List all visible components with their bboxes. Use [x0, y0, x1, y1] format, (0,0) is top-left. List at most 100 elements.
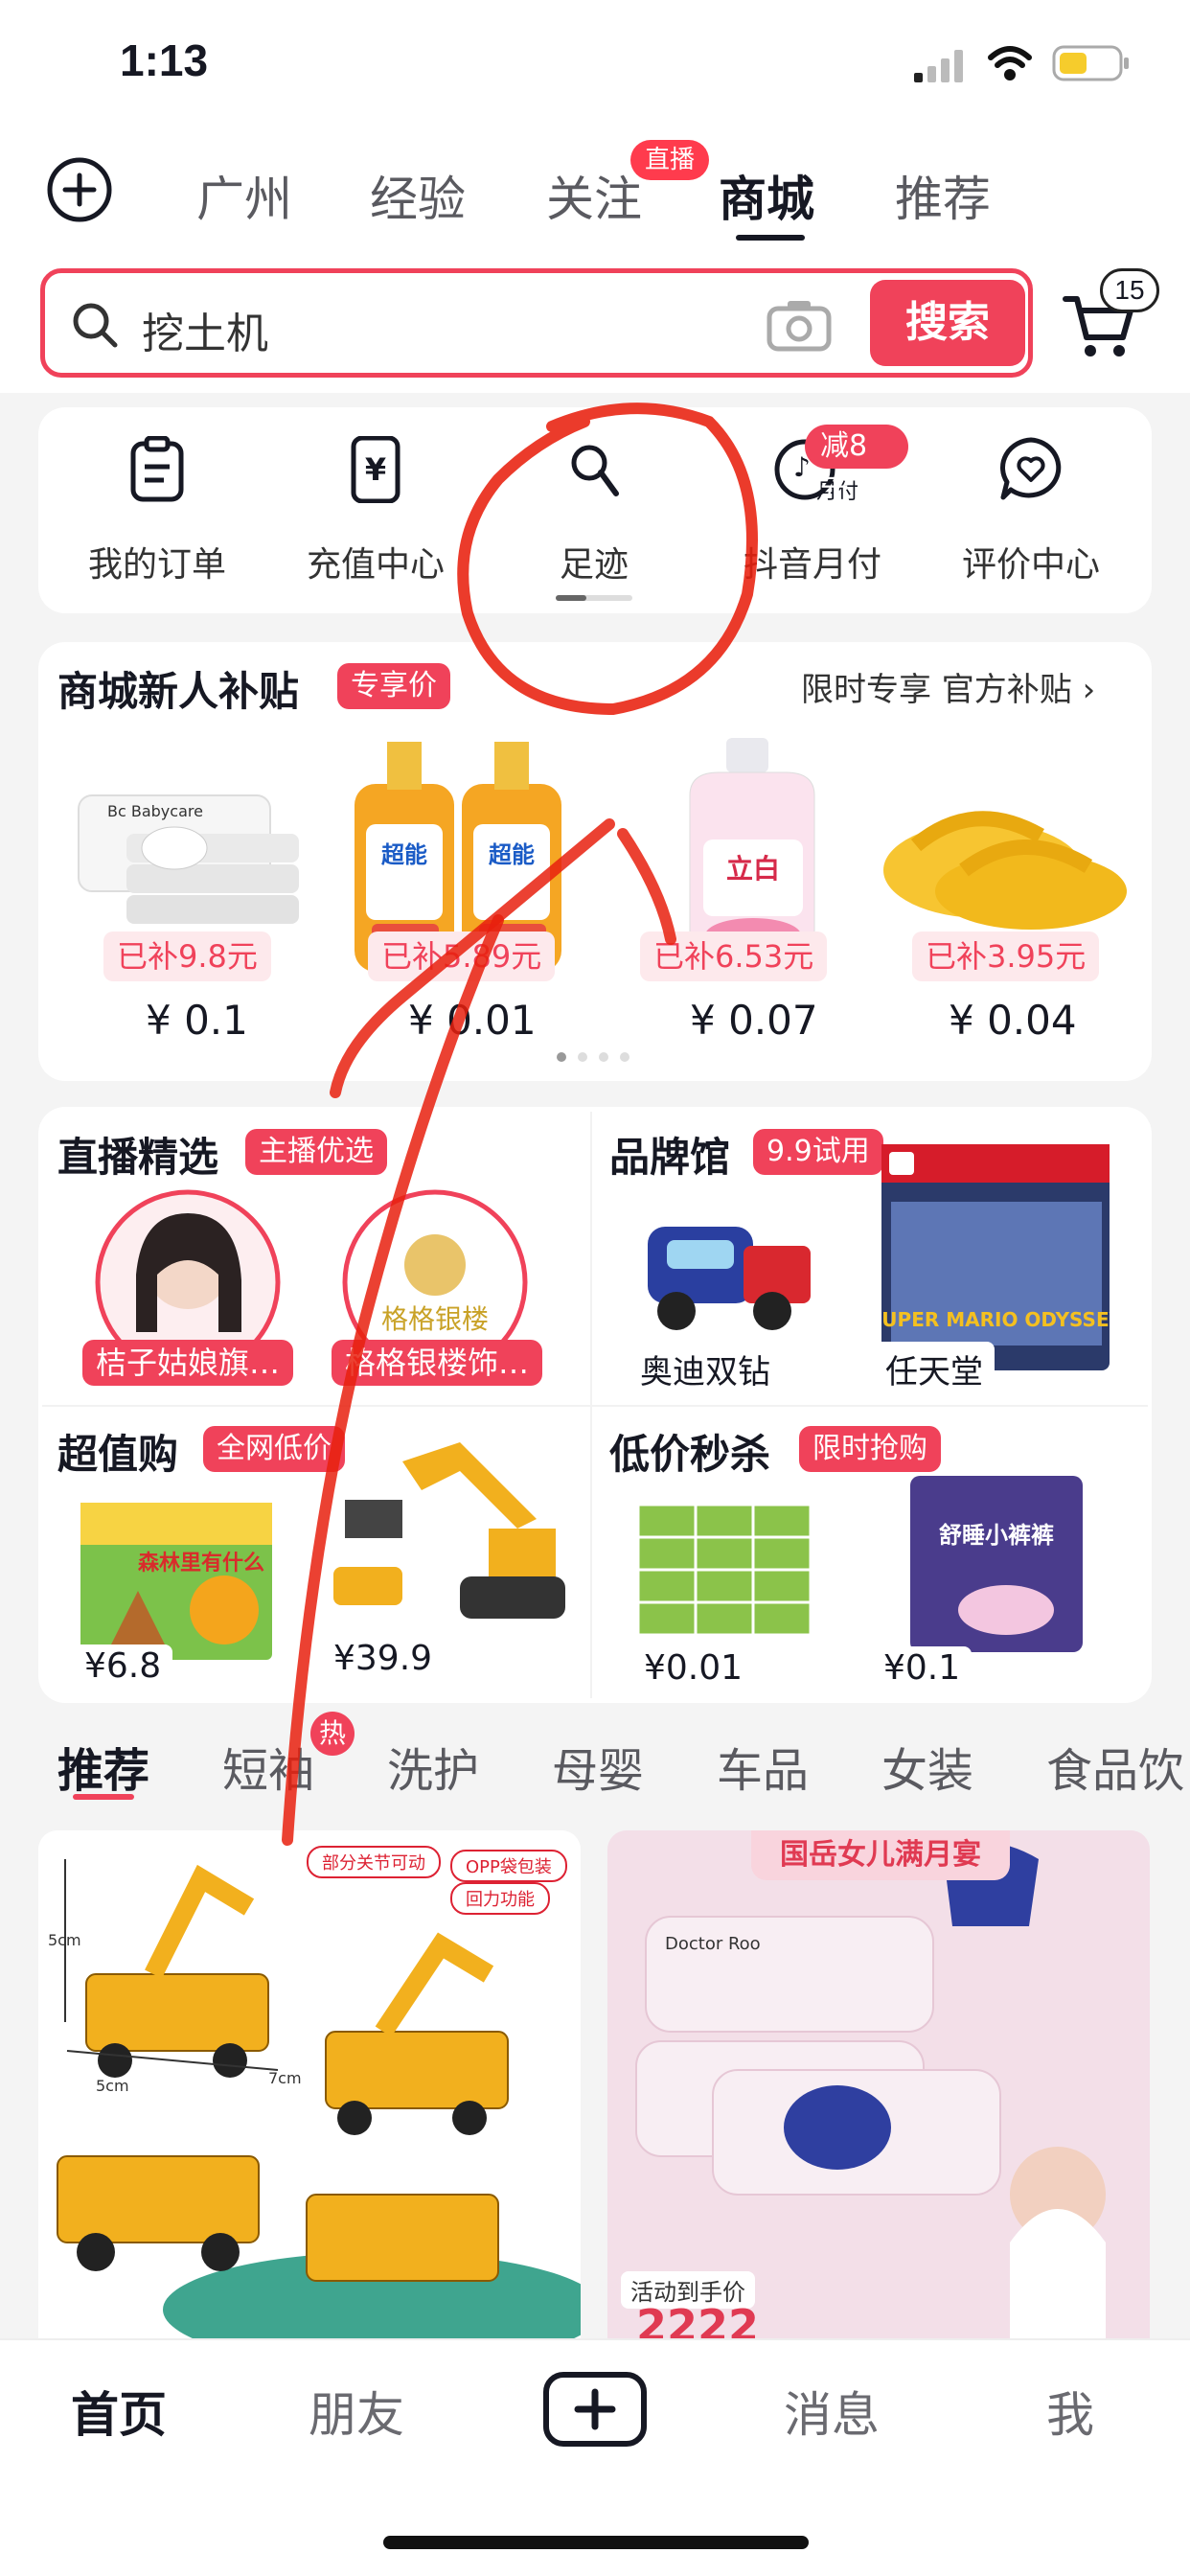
product-price: ¥ 0.01 — [408, 997, 537, 1044]
flash-sale-price: ¥0.1 — [872, 1646, 973, 1690]
flash-sale-diaper-text: 舒睡小裤裤 — [939, 1522, 1054, 1549]
feature-badge: OPP袋包装 — [450, 1850, 567, 1882]
nav-me[interactable]: 我 — [1046, 2377, 1094, 2446]
value-buy-price: ¥39.9 — [322, 1637, 445, 1680]
tab-guangzhou[interactable]: 广州 — [196, 161, 292, 230]
flash-sale-image-diapers[interactable]: 舒睡小裤裤 — [910, 1476, 1083, 1652]
home-indicator — [383, 2536, 809, 2549]
scroll-indicator — [556, 595, 632, 601]
product-price: ¥ 0.07 — [690, 997, 818, 1044]
flash-sale-image-tissues[interactable] — [632, 1495, 824, 1668]
value-buy-book-text: 森林里有什么 — [138, 1551, 264, 1576]
tab-following[interactable]: 关注 — [546, 161, 642, 230]
value-buy-price: ¥6.8 — [73, 1644, 173, 1688]
live-shop-label: 格格银楼饰… — [332, 1340, 542, 1386]
status-time: 1:13 — [120, 35, 209, 85]
dimension-label: 7cm — [268, 2069, 302, 2087]
product-brand: 超能 — [381, 841, 427, 868]
feed-price: 2222 — [636, 2300, 760, 2338]
product-price: ¥ 0.1 — [146, 997, 248, 1044]
quick-link-monthly-pay[interactable]: ♪ 月付 减8元 抖音月付 — [717, 425, 908, 589]
live-tag: 主播优选 — [245, 1129, 387, 1175]
feature-badge: 部分关节可动 — [307, 1846, 441, 1878]
add-circle-icon[interactable] — [46, 156, 113, 223]
tab-recommend[interactable]: 推荐 — [895, 161, 991, 230]
category-tab-indicator — [73, 1794, 134, 1800]
feed-card-toy-trucks[interactable]: 5cm 5cm 7cm 部分关节可动 OPP袋包装 回力功能 — [38, 1830, 581, 2338]
signal-icon — [914, 50, 966, 82]
carousel-dots — [556, 1048, 632, 1062]
live-badge: 直播 — [630, 140, 709, 180]
feed-banner: 国岳女儿满月宴 — [751, 1830, 1010, 1880]
subsidy-tag: 已补5.89元 — [368, 932, 556, 981]
brand-label: 任天堂 — [874, 1342, 995, 1396]
subsidy-tag: 已补9.8元 — [103, 932, 271, 981]
product-image-wipes[interactable]: Bc Babycare — [69, 757, 307, 930]
live-anchor-label: 桔子姑娘旗… — [82, 1340, 293, 1386]
category-tab-food[interactable]: 食品饮 — [1046, 1733, 1184, 1800]
search-button[interactable]: 搜索 — [870, 280, 1025, 366]
discount-badge: 减8元 — [805, 425, 908, 507]
quick-link-reviews[interactable]: 评价中心 — [935, 436, 1127, 589]
feed-brand: Doctor Roo — [665, 1934, 761, 1954]
nav-friends[interactable]: 朋友 — [309, 2377, 404, 2446]
quick-link-label: 足迹 — [559, 545, 629, 585]
search-icon — [69, 299, 121, 351]
value-buy-image-book[interactable]: 森林里有什么 — [71, 1495, 282, 1668]
value-buy-image-excavator[interactable] — [326, 1433, 565, 1653]
product-brand: 超能 — [489, 841, 535, 868]
feed-card-baby-wipes[interactable]: Doctor Roo 国岳女儿满月宴 活动到手价 2222 — [607, 1830, 1150, 2338]
tab-experience[interactable]: 经验 — [370, 161, 466, 230]
nav-messages[interactable]: 消息 — [784, 2377, 880, 2446]
quick-link-recharge[interactable]: ¥ 充值中心 — [280, 435, 471, 589]
category-tab-car[interactable]: 车品 — [717, 1733, 809, 1800]
quick-link-footprint[interactable]: 足迹 — [498, 436, 690, 601]
camera-icon[interactable] — [767, 297, 832, 353]
footprint-icon — [561, 436, 628, 503]
recharge-icon: ¥ — [342, 435, 409, 504]
product-price: ¥ 0.04 — [949, 997, 1077, 1044]
product-brand: 立白 — [726, 853, 780, 885]
active-tab-indicator — [736, 235, 805, 241]
dimension-label: 5cm — [48, 1931, 81, 1949]
brand-title: 品牌馆 — [609, 1134, 731, 1181]
grid-divider-horizontal — [42, 1405, 1148, 1407]
brand-image-toy-truck[interactable] — [629, 1198, 820, 1342]
nav-create-button[interactable] — [542, 2371, 648, 2448]
tab-mall[interactable]: 商城 — [719, 161, 814, 230]
category-tab-care[interactable]: 洗护 — [387, 1733, 479, 1800]
flash-sale-price: ¥0.01 — [632, 1646, 755, 1690]
brand-box-text: SUPER MARIO ODYSSEY — [881, 1308, 1110, 1331]
quick-link-label: 抖音月付 — [743, 545, 881, 585]
live-shop-logo-text: 格格银楼 — [381, 1303, 489, 1335]
quick-link-label: 充值中心 — [306, 545, 445, 585]
category-tab-recommend[interactable]: 推荐 — [57, 1733, 149, 1800]
category-tab-baby[interactable]: 母婴 — [552, 1733, 644, 1800]
newcomer-more-link[interactable]: 限时专享 官方补贴 › — [801, 663, 1095, 710]
hot-badge: 热 — [310, 1712, 355, 1756]
live-title: 直播精选 — [57, 1134, 219, 1181]
product-brand: Bc Babycare — [107, 802, 203, 820]
newcomer-right-text: 限时专享 官方补贴 — [801, 671, 1072, 709]
category-tab-women[interactable]: 女装 — [881, 1733, 973, 1800]
chevron-right-icon: › — [1071, 671, 1096, 709]
quick-link-orders[interactable]: 我的订单 — [61, 435, 253, 589]
svg-text:¥: ¥ — [365, 451, 386, 488]
brand-image-game-box[interactable]: SUPER MARIO ODYSSEY — [868, 1144, 1124, 1370]
cart-count-badge: 15 — [1100, 268, 1159, 312]
search-input[interactable]: 挖土机 — [142, 299, 268, 360]
brand-label: 奥迪双钻 — [629, 1342, 782, 1396]
product-image-slippers[interactable] — [878, 778, 1131, 932]
subsidy-tag: 已补6.53元 — [640, 932, 828, 981]
newcomer-tag: 专享价 — [337, 663, 450, 709]
category-tab-short-sleeve[interactable]: 短袖 — [222, 1733, 314, 1800]
flash-sale-title: 低价秒杀 — [609, 1431, 771, 1478]
wifi-icon — [987, 44, 1033, 82]
value-buy-tag: 全网低价 — [203, 1426, 345, 1472]
feature-badge: 回力功能 — [450, 1882, 550, 1915]
value-buy-title: 超值购 — [57, 1431, 179, 1478]
battery-icon — [1052, 44, 1131, 82]
flash-sale-tag: 限时抢购 — [799, 1426, 941, 1472]
review-icon — [997, 436, 1064, 503]
nav-home[interactable]: 首页 — [71, 2377, 167, 2446]
